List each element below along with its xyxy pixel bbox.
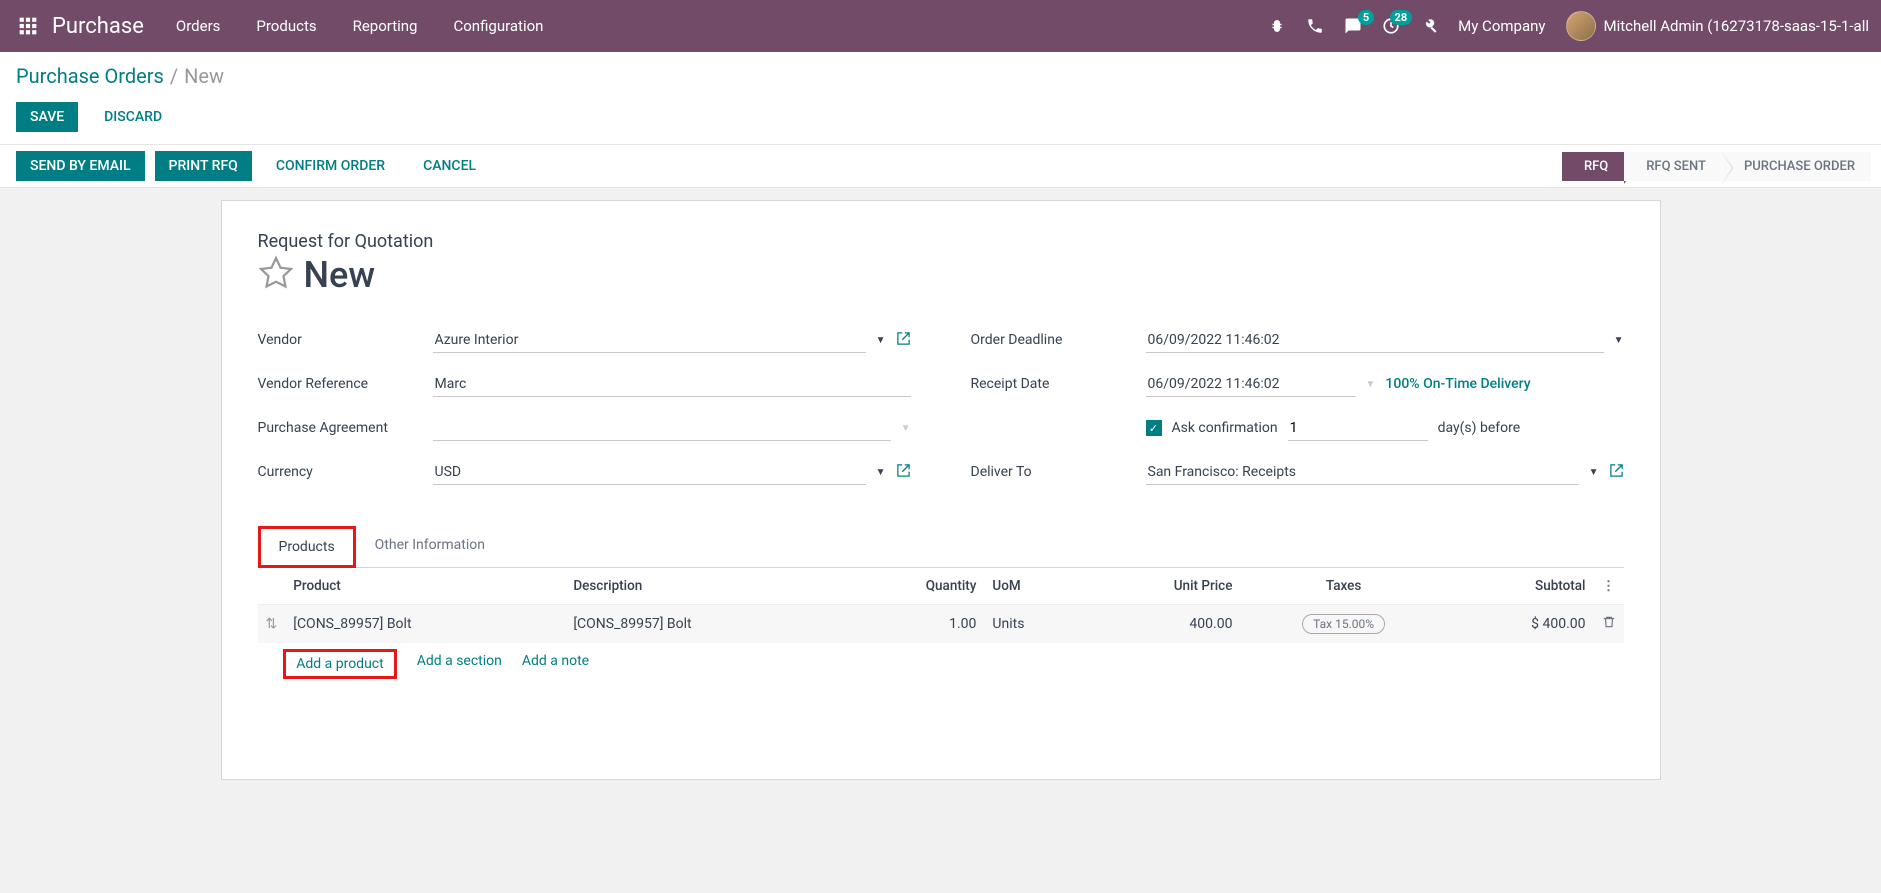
systray: 5 28 My Company Mitchell Admin (16273178… bbox=[1268, 11, 1869, 41]
bug-icon[interactable] bbox=[1268, 17, 1286, 35]
ask-confirmation-label: Ask confirmation bbox=[1172, 420, 1278, 436]
deadline-label: Order Deadline bbox=[971, 332, 1146, 348]
activities-icon[interactable]: 28 bbox=[1382, 17, 1400, 35]
external-link-icon[interactable] bbox=[1609, 463, 1624, 482]
add-product-link[interactable]: Add a product bbox=[296, 656, 383, 672]
trash-icon[interactable] bbox=[1594, 605, 1624, 644]
col-uom[interactable]: UoM bbox=[984, 568, 1084, 605]
tab-other-info[interactable]: Other Information bbox=[356, 526, 504, 568]
add-note-link[interactable]: Add a note bbox=[522, 653, 589, 679]
user-menu[interactable]: Mitchell Admin (16273178-saas-15-1-all bbox=[1566, 11, 1870, 41]
user-name: Mitchell Admin (16273178-saas-15-1-all bbox=[1604, 17, 1870, 35]
dropdown-caret-icon[interactable]: ▼ bbox=[901, 423, 911, 434]
top-navbar: Purchase Orders Products Reporting Confi… bbox=[0, 0, 1881, 52]
notebook-tabs: Products Other Information bbox=[258, 526, 1624, 568]
document-title: New bbox=[304, 254, 376, 296]
dropdown-caret-icon[interactable]: ▼ bbox=[876, 335, 886, 346]
dropdown-caret-icon[interactable]: ▼ bbox=[876, 467, 886, 478]
favorite-star-icon[interactable] bbox=[258, 255, 294, 295]
col-product[interactable]: Product bbox=[285, 568, 565, 605]
form-sheet: Request for Quotation New Vendor ▼ bbox=[221, 200, 1661, 780]
deliver-to-label: Deliver To bbox=[971, 464, 1146, 480]
cancel-button[interactable]: CANCEL bbox=[409, 151, 490, 181]
phone-icon[interactable] bbox=[1306, 17, 1324, 35]
add-section-link[interactable]: Add a section bbox=[417, 653, 502, 679]
deliver-to-field[interactable] bbox=[1146, 460, 1579, 485]
currency-label: Currency bbox=[258, 464, 433, 480]
statusbar: SEND BY EMAIL PRINT RFQ CONFIRM ORDER CA… bbox=[0, 144, 1881, 188]
menu-products[interactable]: Products bbox=[256, 17, 316, 35]
save-button[interactable]: SAVE bbox=[16, 102, 78, 132]
receipt-label: Receipt Date bbox=[971, 376, 1146, 392]
external-link-icon[interactable] bbox=[896, 463, 911, 482]
status-rfq[interactable]: RFQ bbox=[1562, 152, 1624, 181]
vendor-label: Vendor bbox=[258, 332, 433, 348]
days-before-label: day(s) before bbox=[1438, 420, 1521, 436]
activities-badge: 28 bbox=[1390, 10, 1413, 25]
col-subtotal[interactable]: Subtotal bbox=[1447, 568, 1594, 605]
messaging-icon[interactable]: 5 bbox=[1344, 17, 1362, 35]
module-name[interactable]: Purchase bbox=[52, 14, 144, 39]
company-switcher[interactable]: My Company bbox=[1458, 17, 1545, 35]
drag-handle-icon[interactable]: ⇅ bbox=[258, 605, 286, 644]
rfq-label: Request for Quotation bbox=[258, 231, 1624, 252]
dropdown-caret-icon[interactable]: ▼ bbox=[1366, 379, 1376, 390]
breadcrumb-sep: / bbox=[170, 64, 178, 88]
receipt-field[interactable] bbox=[1146, 372, 1356, 397]
agreement-field[interactable] bbox=[433, 416, 891, 441]
vendor-ref-label: Vendor Reference bbox=[258, 376, 433, 392]
cell-subtotal: $ 400.00 bbox=[1447, 605, 1594, 644]
agreement-label: Purchase Agreement bbox=[258, 420, 433, 436]
avatar bbox=[1566, 11, 1596, 41]
vendor-ref-field[interactable] bbox=[433, 372, 911, 397]
col-description[interactable]: Description bbox=[565, 568, 845, 605]
cell-product[interactable]: [CONS_89957] Bolt bbox=[285, 605, 565, 644]
menu-configuration[interactable]: Configuration bbox=[453, 17, 543, 35]
col-unit-price[interactable]: Unit Price bbox=[1085, 568, 1241, 605]
tab-products[interactable]: Products bbox=[258, 526, 356, 568]
messaging-badge: 5 bbox=[1358, 10, 1374, 25]
cell-description[interactable]: [CONS_89957] Bolt bbox=[565, 605, 845, 644]
breadcrumb-current: New bbox=[184, 64, 224, 88]
ask-confirmation-checkbox[interactable]: ✓ bbox=[1146, 420, 1162, 436]
cell-uom[interactable]: Units bbox=[984, 605, 1084, 644]
cell-unit-price[interactable]: 400.00 bbox=[1085, 605, 1241, 644]
status-rfq-sent[interactable]: RFQ SENT bbox=[1624, 152, 1722, 181]
breadcrumb-root[interactable]: Purchase Orders bbox=[16, 64, 164, 88]
delivery-stat-link[interactable]: 100% On-Time Delivery bbox=[1385, 376, 1530, 392]
table-row[interactable]: ⇅ [CONS_89957] Bolt [CONS_89957] Bolt 1.… bbox=[258, 605, 1624, 644]
cell-quantity[interactable]: 1.00 bbox=[845, 605, 984, 644]
menu-orders[interactable]: Orders bbox=[176, 17, 221, 35]
ask-days-field[interactable] bbox=[1288, 416, 1428, 441]
external-link-icon[interactable] bbox=[896, 331, 911, 350]
menu-reporting[interactable]: Reporting bbox=[353, 17, 418, 35]
col-taxes[interactable]: Taxes bbox=[1240, 568, 1446, 605]
status-purchase-order[interactable]: PURCHASE ORDER bbox=[1722, 152, 1871, 181]
control-panel: Purchase Orders / New SAVE DISCARD bbox=[0, 52, 1881, 144]
breadcrumb: Purchase Orders / New bbox=[16, 64, 1865, 88]
discard-button[interactable]: DISCARD bbox=[90, 102, 176, 132]
tools-icon[interactable] bbox=[1420, 17, 1438, 35]
dropdown-caret-icon[interactable]: ▼ bbox=[1614, 335, 1624, 346]
vendor-field[interactable] bbox=[433, 328, 866, 353]
order-lines-table: Product Description Quantity UoM Unit Pr… bbox=[258, 567, 1624, 689]
status-steps: RFQ RFQ SENT PURCHASE ORDER bbox=[1562, 152, 1871, 181]
confirm-order-button[interactable]: CONFIRM ORDER bbox=[262, 151, 399, 181]
deadline-field[interactable] bbox=[1146, 328, 1604, 353]
tax-badge[interactable]: Tax 15.00% bbox=[1302, 614, 1385, 634]
col-quantity[interactable]: Quantity bbox=[845, 568, 984, 605]
currency-field[interactable] bbox=[433, 460, 866, 485]
dropdown-caret-icon[interactable]: ▼ bbox=[1589, 467, 1599, 478]
main-menu: Orders Products Reporting Configuration bbox=[176, 17, 1268, 35]
kebab-icon[interactable]: ⋮ bbox=[1594, 568, 1624, 605]
print-rfq-button[interactable]: PRINT RFQ bbox=[155, 151, 252, 181]
apps-icon[interactable] bbox=[12, 16, 44, 36]
send-email-button[interactable]: SEND BY EMAIL bbox=[16, 151, 145, 181]
